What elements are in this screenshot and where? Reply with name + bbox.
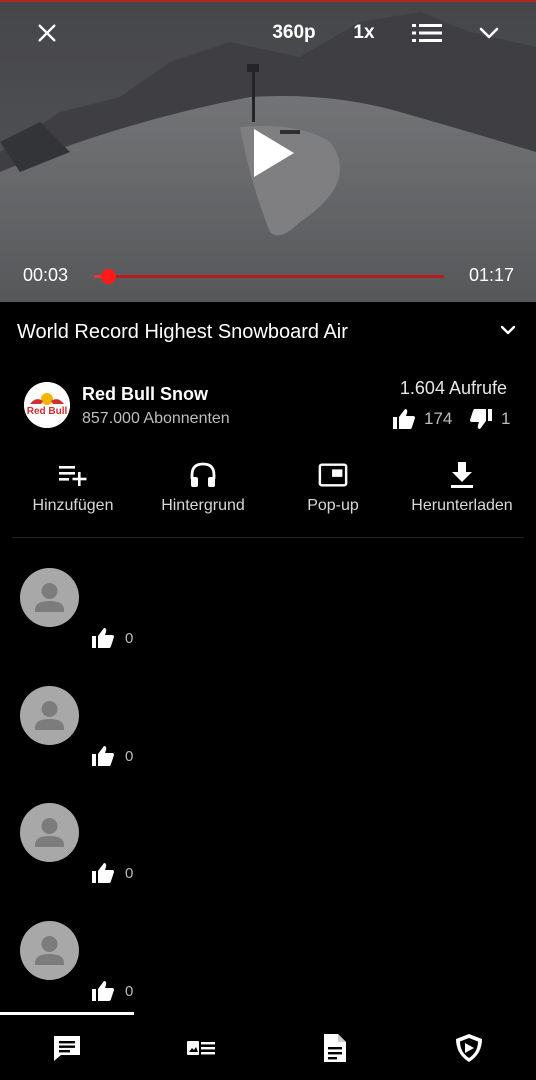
popup-player-button[interactable]: Pop-up [268, 460, 398, 515]
action-label: Pop-up [307, 497, 359, 514]
thumbs-up-icon [393, 409, 415, 429]
chevron-down-icon [479, 27, 499, 39]
comment-item[interactable]: 0 [0, 686, 536, 786]
seek-thumb[interactable] [101, 269, 116, 284]
expand-description-button[interactable] [498, 320, 518, 340]
playback-speed-button[interactable]: 1x [346, 16, 382, 50]
red-bull-logo: Red Bull [24, 382, 70, 428]
play-button[interactable] [246, 126, 300, 180]
tab-comments[interactable] [0, 1015, 134, 1080]
download-button[interactable]: Herunterladen [397, 460, 527, 515]
comment-like-count: 0 [125, 982, 134, 1000]
comment-item[interactable]: 0 [0, 921, 536, 1021]
person-icon [35, 583, 64, 612]
view-count: 1.604 Aufrufe [399, 378, 507, 398]
section-divider [12, 537, 524, 538]
thumbs-up-icon [92, 628, 114, 648]
action-label: Hinzufügen [32, 497, 114, 514]
picture-in-picture-icon [318, 460, 348, 490]
queue-button[interactable] [408, 16, 446, 50]
person-icon [35, 936, 64, 965]
video-title[interactable]: World Record Highest Snowboard Air [17, 321, 348, 344]
play-icon [254, 129, 294, 177]
comment-item[interactable]: 0 [0, 803, 536, 903]
add-to-playlist-button[interactable]: Hinzufügen [8, 460, 138, 515]
comments-icon [54, 1035, 80, 1061]
svg-text:Red Bull: Red Bull [27, 406, 68, 417]
person-icon [35, 818, 64, 847]
minimize-player-button[interactable] [472, 16, 506, 50]
thumbs-up-icon [92, 863, 114, 883]
like-count: 174 [392, 408, 452, 430]
user-avatar[interactable] [20, 568, 79, 627]
video-player[interactable]: 360p 1x 00:03 01:17 [0, 0, 536, 302]
dislike-count-value: 1 [501, 409, 511, 428]
user-avatar[interactable] [20, 686, 79, 745]
comment-likes: 0 [91, 627, 133, 649]
queue-list-icon [412, 24, 442, 42]
total-time: 01:17 [468, 265, 514, 285]
action-label: Hintergrund [161, 497, 245, 514]
user-avatar[interactable] [20, 921, 79, 980]
subscriber-count: 857.000 Abonnenten [82, 410, 230, 427]
playlist-add-icon [58, 460, 88, 490]
channel-avatar[interactable]: Red Bull [24, 382, 70, 428]
quality-button[interactable]: 360p [266, 16, 322, 50]
channel-name[interactable]: Red Bull Snow [82, 384, 208, 405]
description-icon [324, 1033, 346, 1062]
person-icon [35, 701, 64, 730]
bottom-tab-bar [0, 1015, 536, 1080]
background-play-button[interactable]: Hintergrund [138, 460, 268, 515]
action-label: Herunterladen [411, 497, 513, 514]
comment-likes: 0 [91, 980, 133, 1002]
dislike-count: 1 [469, 408, 510, 430]
seek-bar[interactable] [94, 269, 444, 284]
like-count-value: 174 [424, 409, 453, 428]
comment-likes: 0 [91, 745, 133, 767]
thumbs-down-icon [470, 409, 492, 429]
related-videos-icon [187, 1040, 215, 1055]
comment-item[interactable]: 0 [0, 568, 536, 668]
thumbs-up-icon [92, 981, 114, 1001]
user-avatar[interactable] [20, 803, 79, 862]
thumbs-up-icon [92, 746, 114, 766]
tab-description[interactable] [268, 1015, 402, 1080]
close-button[interactable] [30, 16, 64, 50]
download-icon [447, 460, 477, 490]
headphones-icon [188, 460, 218, 490]
comment-like-count: 0 [125, 629, 134, 647]
close-icon [38, 24, 56, 42]
tab-related-videos[interactable] [134, 1015, 268, 1080]
current-time: 00:03 [23, 265, 69, 285]
sponsorblock-icon [456, 1033, 482, 1062]
tab-sponsorblock[interactable] [402, 1015, 536, 1080]
comment-like-count: 0 [125, 747, 134, 765]
comment-like-count: 0 [125, 864, 134, 882]
comment-likes: 0 [91, 862, 133, 884]
chevron-down-icon [500, 325, 516, 335]
